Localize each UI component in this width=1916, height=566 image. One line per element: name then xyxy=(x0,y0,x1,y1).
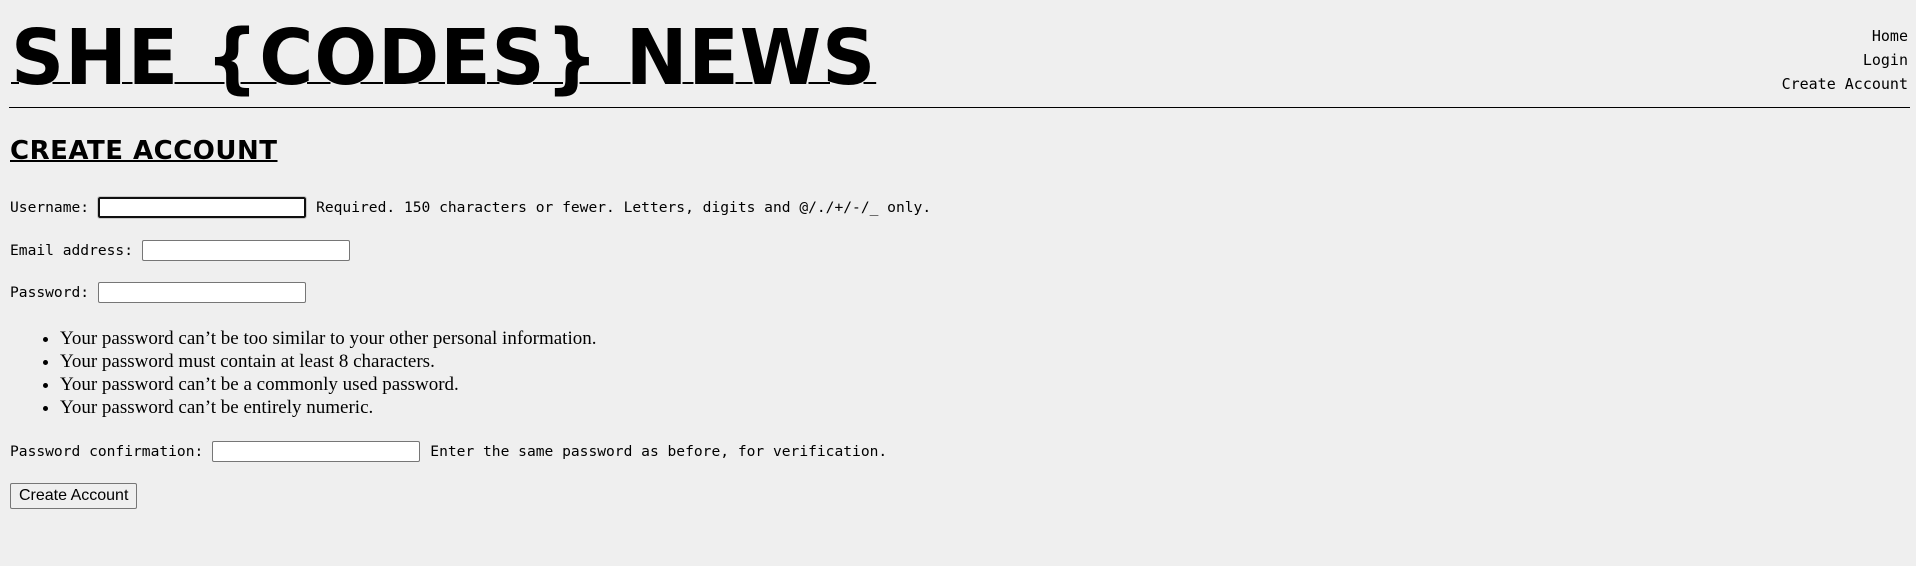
username-label: Username: xyxy=(10,199,90,216)
password-input[interactable] xyxy=(98,282,307,303)
page-title: CREATE ACCOUNT xyxy=(10,136,278,166)
username-row: Username: Required. 150 characters or fe… xyxy=(10,196,932,219)
email-label: Email address: xyxy=(10,242,134,259)
password-rule-item: Your password can’t be too similar to yo… xyxy=(60,327,597,350)
header-divider xyxy=(9,107,1910,108)
password-rule-item: Your password can’t be entirely numeric. xyxy=(60,396,597,419)
nav-create-account-link[interactable]: Create Account xyxy=(1782,72,1908,96)
password-rule-item: Your password can’t be a commonly used p… xyxy=(60,373,597,396)
create-account-button[interactable]: Create Account xyxy=(10,483,138,509)
username-helptext: Required. 150 characters or fewer. Lette… xyxy=(316,199,932,216)
password-rule-item: Your password must contain at least 8 ch… xyxy=(60,350,597,373)
site-title[interactable]: SHE {CODES} NEWS xyxy=(11,16,876,102)
password-confirmation-input[interactable] xyxy=(212,441,421,462)
site-nav: Home Login Create Account xyxy=(1782,24,1908,96)
password-confirmation-label: Password confirmation: xyxy=(10,443,204,460)
password-confirmation-row: Password confirmation: Enter the same pa… xyxy=(10,441,887,462)
nav-login-link[interactable]: Login xyxy=(1782,48,1908,72)
site-header: SHE {CODES} NEWS Home Login Create Accou… xyxy=(0,0,1916,110)
password-label: Password: xyxy=(10,284,90,301)
password-row: Password: xyxy=(10,282,307,303)
username-input[interactable] xyxy=(97,196,308,219)
nav-home-link[interactable]: Home xyxy=(1782,24,1908,48)
password-rules-list: Your password can’t be too similar to yo… xyxy=(0,327,597,419)
email-row: Email address: xyxy=(10,240,351,261)
password-confirmation-helptext: Enter the same password as before, for v… xyxy=(430,443,888,460)
email-input[interactable] xyxy=(142,240,351,261)
